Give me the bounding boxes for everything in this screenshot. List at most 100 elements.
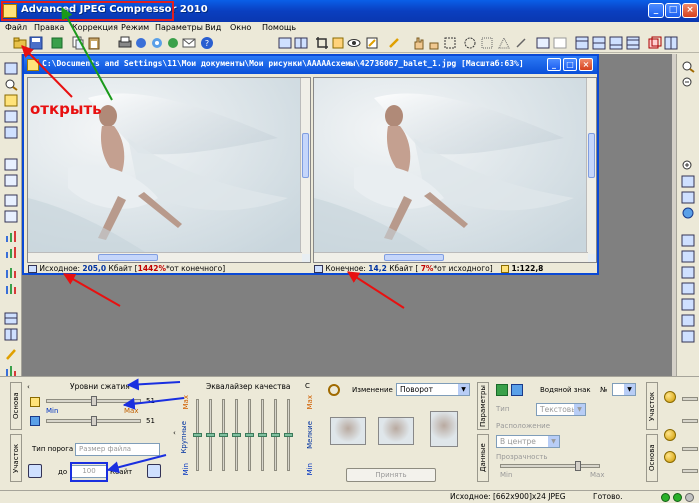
tab-area-left[interactable]: Участок bbox=[10, 434, 22, 482]
threshold-apply-icon[interactable] bbox=[28, 464, 42, 478]
refresh-icon[interactable] bbox=[50, 36, 64, 50]
equalizer-thumb[interactable] bbox=[232, 433, 241, 437]
panel-4-icon[interactable] bbox=[681, 282, 695, 295]
grid-icon[interactable] bbox=[4, 312, 18, 325]
equalizer-thumb[interactable] bbox=[284, 433, 293, 437]
menu-file[interactable]: Файл bbox=[5, 22, 27, 34]
area-slider-4[interactable] bbox=[682, 469, 698, 473]
view-split-icon[interactable] bbox=[294, 36, 308, 50]
magnify-icon[interactable] bbox=[4, 78, 18, 91]
panel-5-icon[interactable] bbox=[681, 298, 695, 311]
layout-3-icon[interactable] bbox=[609, 36, 623, 50]
rect-select-icon[interactable] bbox=[443, 36, 457, 50]
grab-icon[interactable] bbox=[427, 36, 441, 50]
area-slider-3[interactable] bbox=[682, 447, 698, 451]
tab-parameters[interactable]: Параметры bbox=[477, 382, 489, 430]
original-vertical-scroll-thumb[interactable] bbox=[302, 133, 309, 178]
paste-icon[interactable] bbox=[87, 36, 101, 50]
zoom-in-icon[interactable] bbox=[4, 62, 18, 75]
window-tile-icon[interactable] bbox=[664, 36, 678, 50]
menu-mode[interactable]: Режим bbox=[121, 22, 149, 34]
watermark-number-select[interactable]: ▼ bbox=[612, 383, 636, 396]
area-slider-2[interactable] bbox=[682, 419, 698, 423]
navigator-icon[interactable] bbox=[681, 207, 695, 220]
balance-icon[interactable] bbox=[4, 282, 18, 295]
menu-edit[interactable]: Правка bbox=[34, 22, 64, 34]
compression-slider-1-thumb[interactable] bbox=[91, 396, 97, 406]
menu-parameters[interactable]: Параметры bbox=[155, 22, 203, 34]
transparency-slider-track[interactable] bbox=[500, 464, 600, 468]
size-limit-settings-icon[interactable] bbox=[147, 464, 161, 478]
change-type-select[interactable]: Поворот ▼ bbox=[396, 383, 470, 396]
view-single-icon[interactable] bbox=[278, 36, 292, 50]
zoom-icon[interactable] bbox=[681, 60, 695, 73]
area-slider-1[interactable] bbox=[682, 397, 698, 401]
tab-data[interactable]: Данные bbox=[477, 434, 489, 482]
original-vertical-scrollbar[interactable] bbox=[300, 78, 310, 254]
save-icon[interactable] bbox=[29, 36, 43, 50]
layout-1-icon[interactable] bbox=[575, 36, 589, 50]
file-size-field[interactable]: Размер файла bbox=[75, 443, 160, 456]
rotate-none-preview[interactable] bbox=[378, 417, 414, 445]
menu-help[interactable]: Помощь bbox=[262, 22, 296, 34]
panel-3-icon[interactable] bbox=[681, 266, 695, 279]
filter-2-icon[interactable] bbox=[4, 210, 18, 223]
poly-select-icon[interactable] bbox=[497, 36, 511, 50]
compression-slider-2-thumb[interactable] bbox=[91, 416, 97, 426]
rotate-right-preview[interactable] bbox=[430, 411, 458, 447]
select-all-icon[interactable] bbox=[536, 36, 550, 50]
maximize-button[interactable]: □ bbox=[665, 3, 681, 18]
doc-close-button[interactable]: × bbox=[579, 58, 593, 71]
collapse-arrow-icon[interactable]: ‹ bbox=[27, 383, 30, 391]
lasso-icon[interactable] bbox=[480, 36, 494, 50]
original-horizontal-scroll-thumb[interactable] bbox=[98, 254, 158, 261]
levels-icon[interactable] bbox=[4, 230, 18, 243]
equalizer-thumb[interactable] bbox=[271, 433, 280, 437]
panel-2-icon[interactable] bbox=[681, 250, 695, 263]
histogram-icon[interactable] bbox=[4, 246, 18, 259]
zoom-in-right-icon[interactable] bbox=[681, 159, 695, 172]
equalizer-thumb[interactable] bbox=[258, 433, 267, 437]
original-horizontal-scrollbar[interactable] bbox=[28, 252, 302, 262]
menu-correction[interactable]: Коррекция bbox=[72, 22, 118, 34]
final-horizontal-scroll-thumb[interactable] bbox=[384, 254, 444, 261]
draw-icon[interactable] bbox=[387, 36, 401, 50]
edit-icon[interactable] bbox=[365, 36, 379, 50]
equalizer-thumb[interactable] bbox=[206, 433, 215, 437]
equalizer-thumb[interactable] bbox=[245, 433, 254, 437]
crop-icon[interactable] bbox=[315, 36, 329, 50]
equalizer-thumb[interactable] bbox=[193, 433, 202, 437]
final-vertical-scrollbar[interactable] bbox=[586, 78, 596, 254]
watermark-icon-2[interactable] bbox=[511, 384, 523, 396]
flip-icon[interactable] bbox=[4, 174, 18, 187]
doc-minimize-button[interactable]: _ bbox=[547, 58, 561, 71]
area-color-button-3[interactable] bbox=[664, 451, 676, 463]
batch-icon[interactable] bbox=[134, 36, 148, 50]
pencil-icon[interactable] bbox=[4, 348, 18, 361]
layout-4-icon[interactable] bbox=[626, 36, 640, 50]
contrast-icon[interactable] bbox=[4, 110, 18, 123]
ellipse-select-icon[interactable] bbox=[463, 36, 477, 50]
doc-maximize-button[interactable]: □ bbox=[563, 58, 577, 71]
panel-7-icon[interactable] bbox=[681, 330, 695, 343]
rotate-left-preview[interactable] bbox=[330, 417, 366, 445]
menu-window[interactable]: Окно bbox=[230, 22, 251, 34]
apply-button[interactable]: Принять bbox=[346, 468, 436, 482]
tab-basis-right[interactable]: Основа bbox=[646, 434, 658, 482]
watermark-icon-1[interactable] bbox=[496, 384, 508, 396]
copy-icon[interactable] bbox=[71, 36, 85, 50]
rotate-icon[interactable] bbox=[4, 158, 18, 171]
menu-view[interactable]: Вид bbox=[205, 22, 221, 34]
window-cascade-icon[interactable] bbox=[648, 36, 662, 50]
tab-area-right[interactable]: Участок bbox=[646, 382, 658, 430]
deselect-icon[interactable] bbox=[553, 36, 567, 50]
layout-2-icon[interactable] bbox=[592, 36, 606, 50]
minimize-button[interactable]: _ bbox=[648, 3, 664, 18]
zoom-out-icon[interactable] bbox=[681, 76, 695, 89]
brightness-icon[interactable] bbox=[4, 94, 18, 107]
curves-icon[interactable] bbox=[4, 266, 18, 279]
equalizer-collapse-arrow-icon[interactable]: ‹ bbox=[173, 429, 176, 437]
web-icon[interactable] bbox=[166, 36, 180, 50]
area-color-button-1[interactable] bbox=[664, 391, 676, 403]
actual-size-icon[interactable] bbox=[681, 191, 695, 204]
